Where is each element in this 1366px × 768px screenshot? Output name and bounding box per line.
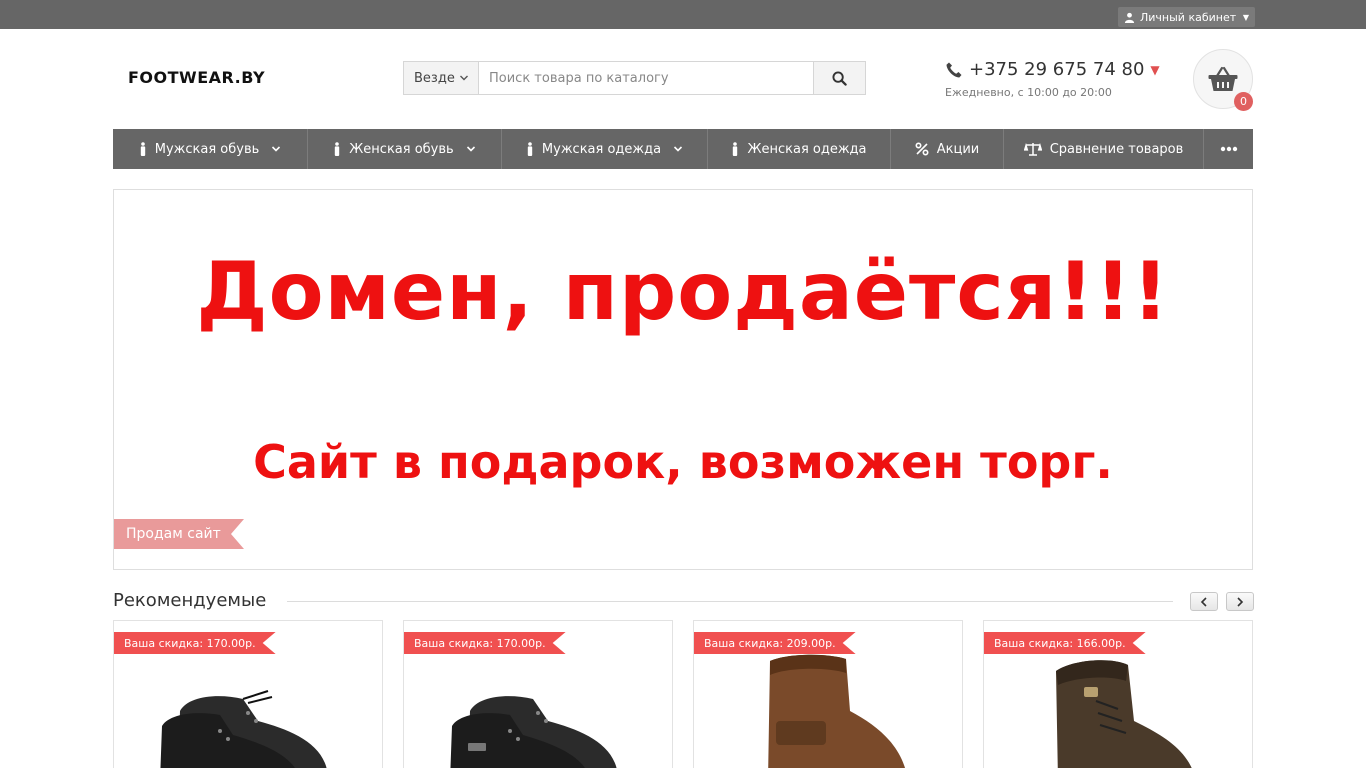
person-icon	[335, 142, 340, 156]
cart-button[interactable]: 0	[1193, 49, 1253, 111]
search-button[interactable]	[813, 62, 865, 94]
product-image-brown-boot[interactable]	[728, 651, 928, 768]
search-bar: Везде	[403, 61, 866, 95]
main-nav: Мужская обувь Женская обувь Мужская одеж…	[113, 129, 1253, 169]
cart-count-badge: 0	[1234, 92, 1253, 111]
carousel-next-button[interactable]	[1226, 592, 1254, 611]
product-card[interactable]: Ваша скидка: 209.00р.	[693, 620, 963, 768]
chevron-left-icon	[1200, 596, 1207, 607]
search-icon	[832, 70, 847, 86]
nav-item-label: Сравнение товаров	[1049, 141, 1184, 157]
banner-headline: Домен, продаётся!!!	[196, 245, 1170, 338]
discount-badge: Ваша скидка: 170.00р.	[404, 632, 566, 654]
product-card[interactable]: Ваша скидка: 170.00р.	[403, 620, 673, 768]
chevron-down-icon	[272, 146, 281, 152]
user-icon	[1124, 12, 1135, 23]
section-title: Рекомендуемые	[113, 590, 267, 611]
product-card[interactable]: Ваша скидка: 166.00р.	[983, 620, 1253, 768]
chevron-down-icon	[674, 146, 683, 152]
percent-icon	[915, 142, 929, 156]
nav-item-compare[interactable]: Сравнение товаров	[1004, 129, 1204, 169]
nav-item-womens-clothing[interactable]: Женская одежда	[708, 129, 891, 169]
section-divider	[287, 601, 1173, 602]
nav-item-label: Женская одежда	[747, 141, 867, 157]
discount-badge: Ваша скидка: 166.00р.	[984, 632, 1146, 654]
search-input[interactable]	[479, 62, 813, 94]
nav-item-label: Женская обувь	[349, 141, 454, 157]
nav-item-mens-shoes[interactable]: Мужская обувь	[113, 129, 308, 169]
basket-icon	[1208, 66, 1238, 91]
nav-item-womens-shoes[interactable]: Женская обувь	[308, 129, 502, 169]
nav-item-label: Акции	[936, 141, 980, 157]
search-scope-select[interactable]: Везде	[404, 62, 479, 94]
person-icon	[527, 142, 533, 156]
chevron-down-icon	[466, 146, 475, 152]
search-scope-label: Везде	[414, 70, 455, 86]
banner-tag[interactable]: Продам сайт	[114, 519, 244, 549]
nav-item-promotions[interactable]: Акции	[891, 129, 1004, 169]
person-icon	[140, 142, 145, 156]
chevron-down-icon	[459, 75, 468, 81]
nav-item-mens-clothing[interactable]: Мужская одежда	[502, 129, 708, 169]
more-dots-icon	[1220, 146, 1237, 152]
phone-icon	[946, 62, 962, 77]
phone-block: +375 29 675 74 80 ▼ Ежедневно, с 10:00 д…	[945, 59, 1160, 99]
chevron-down-icon: ▼	[1150, 62, 1160, 77]
banner-subline: Сайт в подарок, возможен торг.	[253, 435, 1113, 489]
carousel-prev-button[interactable]	[1190, 592, 1218, 611]
product-card[interactable]: Ваша скидка: 170.00р.	[113, 620, 383, 768]
product-image-black-boots[interactable]	[438, 651, 638, 768]
product-image-black-boots[interactable]	[148, 651, 348, 768]
working-hours: Ежедневно, с 10:00 до 20:00	[945, 86, 1112, 99]
nav-more-button[interactable]	[1204, 129, 1253, 169]
promo-banner[interactable]: Домен, продаётся!!! Сайт в подарок, возм…	[113, 189, 1253, 570]
discount-badge: Ваша скидка: 209.00р.	[694, 632, 856, 654]
phone-dropdown[interactable]: +375 29 675 74 80 ▼	[945, 59, 1160, 80]
scales-icon	[1023, 142, 1042, 156]
nav-item-label: Мужская обувь	[154, 141, 260, 157]
caret-down-icon: ▼	[1242, 12, 1249, 22]
account-button[interactable]: Личный кабинет ▼	[1118, 7, 1255, 27]
chevron-right-icon	[1237, 596, 1244, 607]
person-icon	[733, 142, 738, 156]
top-bar: Личный кабинет ▼	[0, 0, 1366, 29]
discount-badge: Ваша скидка: 170.00р.	[114, 632, 276, 654]
phone-number: +375 29 675 74 80	[969, 59, 1145, 80]
account-label: Личный кабинет	[1140, 10, 1237, 24]
site-logo[interactable]: FOOTWEAR.BY	[128, 68, 265, 87]
product-image-suede-boot[interactable]	[1018, 651, 1218, 768]
nav-item-label: Мужская одежда	[541, 141, 662, 157]
